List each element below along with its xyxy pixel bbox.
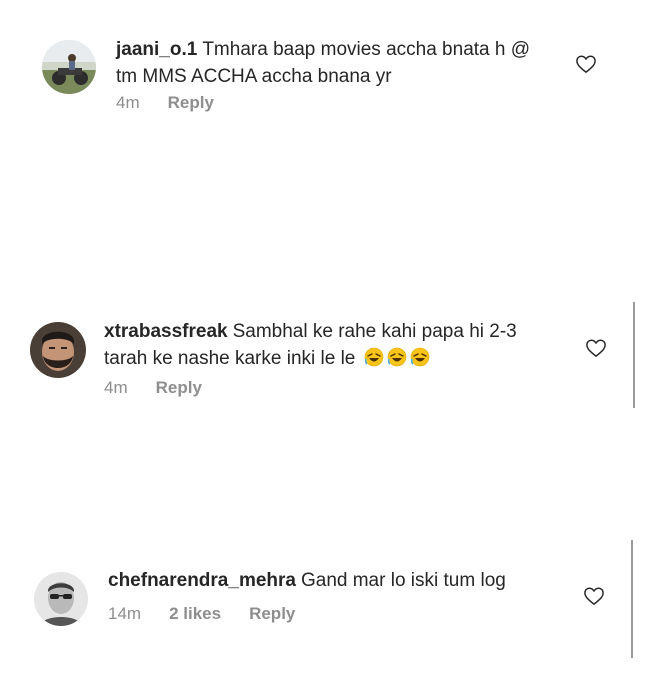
comment-meta: 4m Reply xyxy=(116,93,214,113)
avatar[interactable] xyxy=(42,40,96,94)
comment-username[interactable]: jaani_o.1 xyxy=(116,39,197,60)
comment-text: Sambhal ke rahe kahi papa hi 2-3 xyxy=(232,321,517,342)
comment-meta: 14m 2 likes Reply xyxy=(108,604,295,624)
heart-outline-icon[interactable] xyxy=(585,338,607,358)
comment-username[interactable]: xtrabassfreak xyxy=(104,321,228,342)
comment-meta: 4m Reply xyxy=(104,378,202,398)
comment-username[interactable]: chefnarendra_mehra xyxy=(108,570,296,591)
comment-item: chefnarendra_mehra Gand mar lo iski tum l… xyxy=(0,540,657,660)
avatar[interactable] xyxy=(34,572,88,626)
reply-button[interactable]: Reply xyxy=(168,93,214,113)
avatar[interactable] xyxy=(30,322,86,378)
comment-time: 14m xyxy=(108,604,142,623)
comment-body: jaani_o.1 Tmhara baap movies accha bnata … xyxy=(116,36,586,90)
avatar-photo-motorbike-icon xyxy=(42,40,96,94)
likes-count[interactable]: 2 likes xyxy=(169,604,221,624)
comment-text: tm MMS ACCHA accha bnana yr xyxy=(116,66,392,87)
avatar-photo-man-sunglasses-icon xyxy=(34,572,88,626)
rofl-emoji-icon xyxy=(364,347,383,367)
heart-outline-icon[interactable] xyxy=(575,54,597,74)
comment-item: xtrabassfreak Sambhal ke rahe kahi papa h… xyxy=(0,300,657,420)
comment-body: chefnarendra_mehra Gand mar lo iski tum l… xyxy=(108,567,588,594)
comment-item: jaani_o.1 Tmhara baap movies accha bnata … xyxy=(0,0,657,140)
comment-text: Tmhara baap movies accha bnata h @ xyxy=(202,39,531,60)
comment-body: xtrabassfreak Sambhal ke rahe kahi papa h… xyxy=(104,318,584,372)
comment-text: Gand mar lo iski tum log xyxy=(300,570,506,591)
scrollbar[interactable] xyxy=(631,540,633,658)
comment-time: 4m xyxy=(116,93,140,112)
heart-outline-icon[interactable] xyxy=(583,586,605,606)
comment-time: 4m xyxy=(104,378,128,397)
rofl-emoji-icon xyxy=(410,347,429,367)
reply-button[interactable]: Reply xyxy=(156,378,202,398)
scrollbar[interactable] xyxy=(633,302,635,408)
avatar-photo-bearded-man-icon xyxy=(30,322,86,378)
rofl-emoji-icon xyxy=(387,347,406,367)
comment-text: tarah ke nashe karke inki le le xyxy=(104,348,356,369)
reply-button[interactable]: Reply xyxy=(249,604,295,624)
